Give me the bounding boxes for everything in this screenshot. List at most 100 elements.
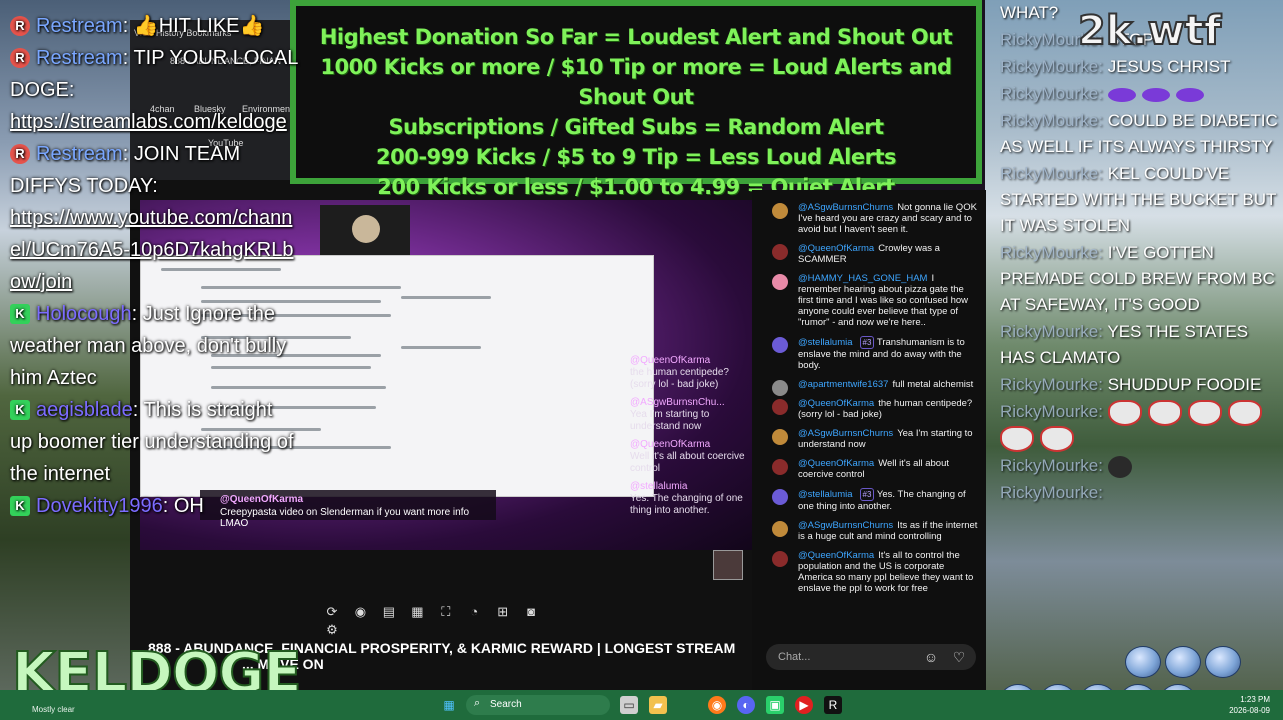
firefox-icon[interactable]: ◉ [708, 696, 726, 714]
donation-tier-line: 200-999 Kicks / $5 to 9 Tip = Less Loud … [375, 145, 897, 169]
discord-icon[interactable]: ◐ [737, 696, 755, 714]
right-chat-username: RickyMourke: [1000, 164, 1103, 183]
left-chat-link[interactable]: https://www.youtube.com/channel/UCm76A5-… [10, 207, 294, 293]
youtube-icon[interactable]: ▶ [795, 696, 813, 714]
avatar[interactable] [772, 337, 788, 353]
left-chat-message: R Restream: JOIN TEAM DIFFYS TODAY: https:… [10, 143, 294, 293]
file-explorer-icon[interactable]: ▰ [649, 696, 667, 714]
weather-label[interactable]: Mostly clear [32, 705, 75, 714]
stage-chat-username: @QueenOfKarma [630, 439, 711, 450]
donation-tier-list: Highest Donation So Far = Loudest Alert … [296, 6, 976, 202]
add-icon[interactable]: ⊞ [494, 603, 512, 621]
avatar[interactable] [772, 521, 788, 537]
face-emote-icon [1227, 399, 1262, 426]
chat-input[interactable]: Chat... ☺ ♡ [766, 644, 976, 670]
chat-username[interactable]: @QueenOfKarma [798, 243, 874, 254]
stage-chat-text: Yes. The changing of one thing into anot… [630, 493, 743, 516]
face-emote-icon [1107, 399, 1142, 426]
captions-icon[interactable]: ▤ [380, 603, 398, 621]
donation-tier-line: 1000 Kicks or more / $10 Tip or more = L… [320, 55, 952, 109]
right-chat-message: RickyMourke: [1000, 81, 1283, 107]
chat-username[interactable]: @ASgwBurnsnChurns [798, 202, 893, 213]
chat-message: @stellalumia #3 Yes. The changing of one … [752, 488, 986, 512]
face-emote-icon [1000, 426, 1034, 453]
chat-username[interactable]: @ASgwBurnsnChurns [798, 520, 893, 531]
right-chat-message: RickyMourke: I'VE GOTTEN PREMADE COLD BR… [1000, 240, 1283, 318]
avatar[interactable] [772, 429, 788, 445]
windows-start-icon[interactable]: ▦ [440, 696, 458, 714]
restream-icon: R [10, 16, 30, 36]
member-badge: #3 [859, 488, 875, 501]
stream-scene: View History Bookmarks 888 - ABUNDANCE, … [0, 0, 1283, 720]
loop-icon[interactable]: ⟳ [323, 603, 341, 621]
avatar[interactable] [772, 489, 788, 505]
restream-icon[interactable]: R [824, 696, 842, 714]
chat-message: @ASgwBurnsnChurns Not gonna lie QOK I've … [752, 202, 986, 235]
gear-icon[interactable]: ⚙ [323, 621, 341, 639]
chat-username[interactable]: @QueenOfKarma [798, 550, 874, 561]
taskbar-search[interactable]: ⌕ Search [466, 695, 610, 715]
left-chat-username: Restream [36, 143, 123, 165]
avatar[interactable] [772, 380, 788, 396]
film-icon[interactable]: ▦ [408, 603, 426, 621]
avatar[interactable] [772, 551, 788, 567]
bubble-emote [1125, 646, 1161, 678]
avatar[interactable] [772, 459, 788, 475]
fullscreen-icon[interactable]: ⛶ [437, 603, 455, 621]
donation-tier-line: Highest Donation So Far = Loudest Alert … [319, 25, 953, 49]
right-chat-username: RickyMourke: [1000, 375, 1103, 394]
green-app-icon[interactable]: ▣ [766, 696, 784, 714]
emoji-icon[interactable]: ☺ [922, 648, 940, 666]
task-view-icon[interactable]: ▭ [620, 696, 638, 714]
chat-message: @HAMMY_HAS_GONE_HAM I remember hearing ab… [752, 273, 986, 328]
right-chat-message: RickyMourke: [1000, 453, 1283, 479]
chat-username[interactable]: @apartmentwife1637 [798, 379, 888, 390]
stage-chat-username: @stellalumia [630, 481, 688, 492]
camera-icon[interactable]: ◙ [522, 603, 540, 621]
left-chat-link[interactable]: https://streamlabs.com/keldoge [10, 111, 287, 133]
member-badge: #3 [859, 336, 875, 349]
left-chat-username: Restream [36, 15, 123, 37]
chat-username[interactable]: @QueenOfKarma [798, 398, 874, 409]
chat-message: @apartmentwife1637 full metal alchemist [752, 379, 986, 396]
face-emote-icon [1147, 399, 1182, 426]
kick-icon: K [10, 496, 30, 516]
clock-date: 2026-08-09 [1229, 706, 1270, 715]
search-icon: ⌕ [474, 697, 481, 709]
thumbnail-image [713, 550, 743, 580]
heart-icon[interactable]: ♡ [950, 648, 968, 666]
kick-icon: K [10, 400, 30, 420]
chat-username[interactable]: @HAMMY_HAS_GONE_HAM [798, 273, 927, 284]
left-chat-overlay: R Restream: 👍HIT LIKE👍 R Restream: TIP YOUR… [10, 10, 300, 522]
mouse-emote-icon [1107, 455, 1132, 478]
bubble-emote [1165, 646, 1201, 678]
taskbar-clock[interactable]: 1:23 PM 2026-08-09 [1200, 694, 1270, 716]
right-chat-message: RickyMourke: SHUDDUP FOODIE [1000, 372, 1283, 398]
avatar[interactable] [772, 244, 788, 260]
windows-taskbar: Mostly clear ▦ ⌕ Search ▭ ▰ ◉ ◐ ▣ ▶ R 1:… [0, 690, 1283, 720]
chat-username[interactable]: @stellalumia [798, 489, 853, 500]
chat-message: @QueenOfKarma It's all to control the pop… [752, 550, 986, 594]
chat-username[interactable]: @stellalumia [798, 337, 853, 348]
left-chat-username: aegisblade [36, 399, 133, 421]
bubble-emote [1205, 646, 1241, 678]
avatar[interactable] [772, 399, 788, 415]
avatar[interactable] [772, 274, 788, 290]
left-chat-message: Kaegisblade: This is straight up boomer … [10, 399, 294, 485]
right-chat-username: RickyMourke: [1000, 456, 1103, 476]
chat-username[interactable]: @QueenOfKarma [798, 458, 874, 469]
bean-emote-icon [1107, 87, 1136, 102]
kick-icon: K [10, 304, 30, 324]
right-chat-username: RickyMourke: [1000, 243, 1103, 262]
left-chat-text: OH [173, 495, 204, 517]
audio-icon[interactable]: ◉ [351, 603, 369, 621]
right-chat-text: WHAT? [1000, 3, 1059, 22]
speed-icon[interactable]: ◔ [465, 603, 483, 621]
chat-username[interactable]: @ASgwBurnsnChurns [798, 428, 893, 439]
chat-message-list[interactable]: @ASgwBurnsnChurns Not gonna lie QOK I've … [752, 190, 986, 647]
player-controls: ⟳ ◉ ▤ ▦ ⛶ ◔ ⊞ ◙ ⚙ [320, 603, 560, 637]
bean-emote-icon [1141, 87, 1170, 102]
restream-icon: R [10, 48, 30, 68]
avatar[interactable] [772, 203, 788, 219]
left-chat-text: 👍HIT LIKE👍 [133, 15, 265, 37]
